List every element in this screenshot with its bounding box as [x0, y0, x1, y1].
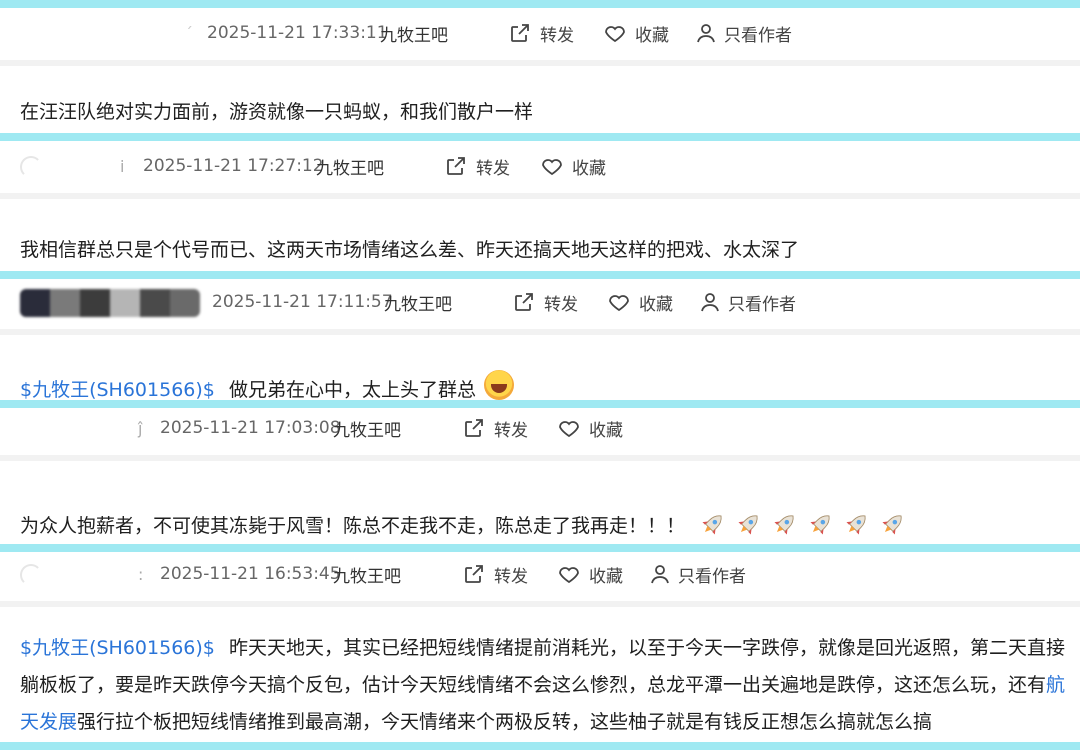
post-meta: ⅰ 2025-11-21 17:27:12 九牧王吧 转发 收藏 [0, 139, 1080, 199]
favorite-label: 收藏 [572, 158, 606, 179]
heart-icon [559, 421, 579, 438]
bar-name-link[interactable]: 九牧王吧 [384, 290, 452, 315]
share-icon [447, 157, 465, 175]
post-content: $九牧王(SH601566)$ 做兄弟在心中，太上头了群总 [20, 370, 514, 402]
stock-link[interactable]: $九牧王(SH601566)$ [20, 637, 215, 659]
favorite-label: 收藏 [589, 566, 623, 587]
post-meta: ˊ 2025-11-21 17:33:11 九牧王吧 转发 收藏 只看作者 [0, 6, 1080, 66]
favorite-button[interactable]: 收藏 [603, 21, 669, 46]
comment-feed: ˊ 2025-11-21 17:33:11 九牧王吧 转发 收藏 只看作者 在汪… [0, 0, 1080, 750]
forward-button[interactable]: 转发 [508, 21, 574, 46]
author-only-button[interactable]: 只看作者 [698, 290, 796, 315]
post-content: 在汪汪队绝对实力面前，游资就像一只蚂蚁，和我们散户一样 [20, 101, 534, 123]
person-icon [651, 565, 669, 584]
stock-link[interactable]: $九牧王(SH601566)$ [20, 379, 215, 401]
share-icon [511, 24, 529, 42]
post-meta: ĵ 2025-11-21 17:03:08 九牧王吧 转发 收藏 [0, 401, 1080, 461]
laughing-crying-emoji [484, 370, 514, 400]
favorite-button[interactable]: 收藏 [557, 416, 623, 441]
heart-icon [542, 159, 562, 176]
share-icon [515, 293, 533, 311]
rocket-emoji [735, 510, 763, 538]
post-timestamp: 2025-11-21 17:11:57 [212, 292, 393, 312]
post-timestamp: 2025-11-21 17:27:12 [143, 156, 324, 176]
bar-name-link[interactable]: 九牧王吧 [333, 416, 401, 441]
post-timestamp: 2025-11-21 17:33:11 [207, 23, 388, 43]
author-only-button[interactable]: 只看作者 [694, 21, 792, 46]
post-meta: 2025-11-21 17:11:57 九牧王吧 转发 收藏 只看作者 [0, 275, 1080, 335]
favorite-button[interactable]: 收藏 [557, 562, 623, 587]
post-timestamp: 2025-11-21 16:53:45 [160, 564, 341, 584]
forward-button[interactable]: 转发 [444, 154, 510, 179]
avatar[interactable] [20, 156, 42, 178]
post-timestamp: 2025-11-21 17:03:08 [160, 418, 341, 438]
favorite-label: 收藏 [589, 420, 623, 441]
separator-band [0, 742, 1080, 750]
avatar[interactable] [20, 564, 42, 586]
forward-label: 转发 [476, 158, 510, 179]
share-icon [465, 565, 483, 583]
post-text: 为众人抱薪者，不可使其冻毙于风雪！陈总不走我不走，陈总走了我再走！！！ [20, 515, 686, 537]
share-icon [465, 419, 483, 437]
post-content: $九牧王(SH601566)$ 昨天天地天，其实已经把短线情绪提前消耗光，以至于… [20, 630, 1070, 741]
author-only-label: 只看作者 [678, 566, 746, 587]
heart-icon [605, 26, 625, 43]
blurred-username[interactable] [20, 289, 200, 317]
person-icon [697, 24, 715, 43]
rocket-emoji [879, 510, 907, 538]
person-icon [701, 293, 719, 312]
forward-label: 转发 [494, 420, 528, 441]
favorite-button[interactable]: 收藏 [607, 290, 673, 315]
rocket-emoji [771, 510, 799, 538]
post-content: 我相信群总只是个代号而已、这两天市场情绪这么差、昨天还搞天地天这样的把戏、水太深… [20, 239, 800, 261]
forward-button[interactable]: 转发 [462, 416, 528, 441]
bar-name-link[interactable]: 九牧王吧 [333, 562, 401, 587]
post-text: 强行拉个板把短线情绪推到最高潮，今天情绪来个两极反转，这些柚子就是有钱反正想怎么… [77, 711, 933, 733]
forward-label: 转发 [540, 25, 574, 46]
bar-name-link[interactable]: 九牧王吧 [380, 21, 448, 46]
favorite-button[interactable]: 收藏 [540, 154, 606, 179]
author-only-button[interactable]: 只看作者 [648, 562, 746, 587]
username-fragment: ˊ [185, 24, 193, 43]
rocket-emoji [699, 510, 727, 538]
bar-name-link[interactable]: 九牧王吧 [316, 154, 384, 179]
username-fragment: : [138, 564, 144, 584]
rocket-emoji-row [699, 510, 907, 538]
author-only-label: 只看作者 [724, 25, 792, 46]
username-fragment: ⅰ [120, 156, 125, 176]
rocket-emoji [843, 510, 871, 538]
heart-icon [559, 567, 579, 584]
favorite-label: 收藏 [639, 294, 673, 315]
forward-button[interactable]: 转发 [462, 562, 528, 587]
post-meta: : 2025-11-21 16:53:45 九牧王吧 转发 收藏 只看作者 [0, 547, 1080, 607]
post-text: 做兄弟在心中，太上头了群总 [228, 379, 476, 401]
forward-label: 转发 [494, 566, 528, 587]
forward-label: 转发 [544, 294, 578, 315]
favorite-label: 收藏 [635, 25, 669, 46]
author-only-label: 只看作者 [728, 294, 796, 315]
heart-icon [609, 295, 629, 312]
username-fragment: ĵ [138, 418, 143, 438]
post-content: 为众人抱薪者，不可使其冻毙于风雪！陈总不走我不走，陈总走了我再走！！！ [20, 510, 907, 538]
rocket-emoji [807, 510, 835, 538]
forward-button[interactable]: 转发 [512, 290, 578, 315]
